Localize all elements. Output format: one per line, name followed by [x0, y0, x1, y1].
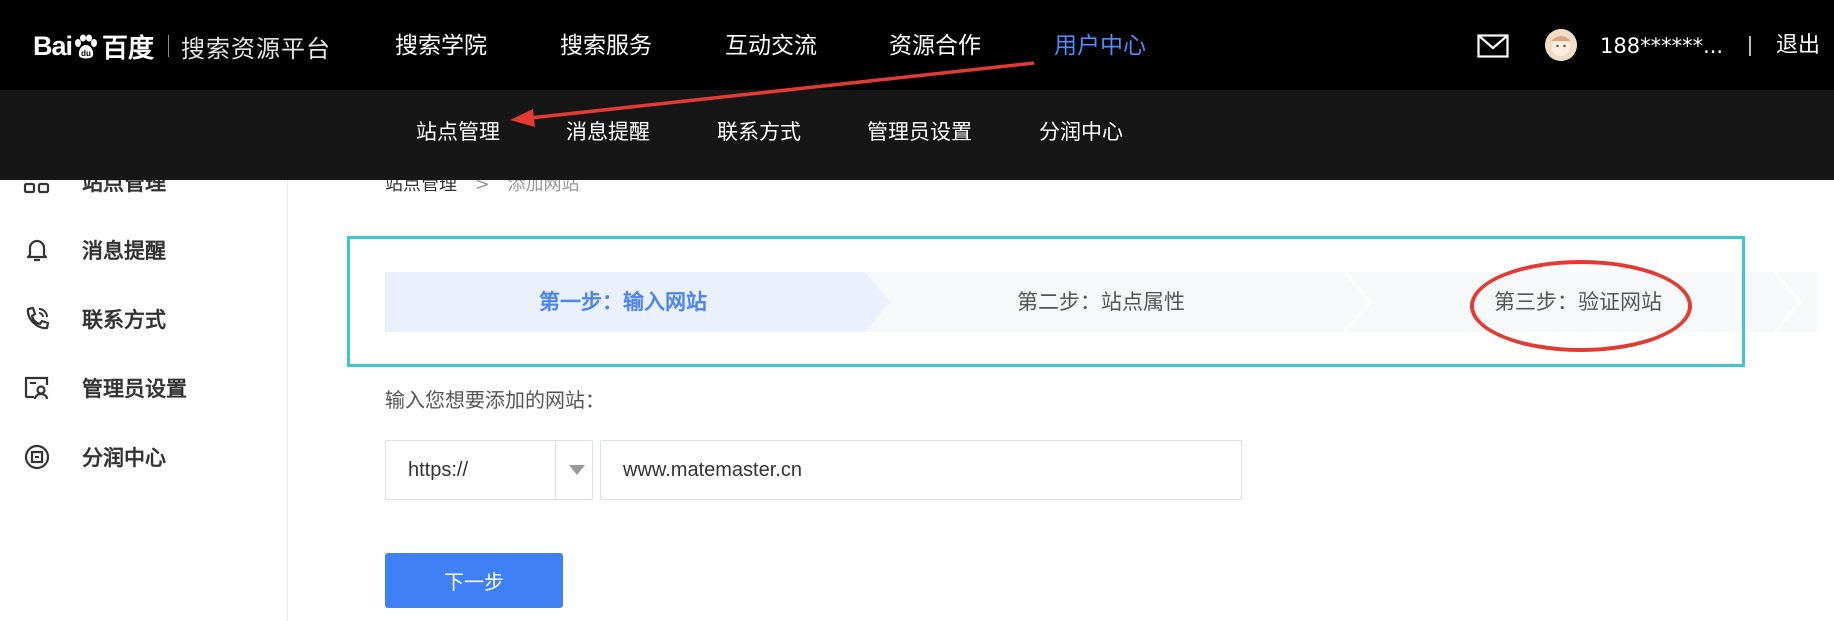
nav-item-user-center[interactable]: 用户中心 [1054, 26, 1146, 66]
logo-divider [168, 35, 170, 57]
profit-icon [24, 444, 50, 470]
sidebar-item-admin-settings[interactable]: 管理员设置 [22, 368, 187, 408]
user-avatar[interactable] [1545, 29, 1577, 61]
nav-item-search-services[interactable]: 搜索服务 [560, 26, 652, 66]
protocol-select[interactable]: https:// [385, 440, 593, 500]
subnav-item-site-management[interactable]: 站点管理 [416, 116, 500, 148]
bell-icon [26, 239, 48, 262]
nav-item-search-academy[interactable]: 搜索学院 [395, 26, 487, 66]
phone-icon [26, 306, 50, 330]
sidebar-item-contact[interactable]: 联系方式 [22, 299, 166, 339]
mail-icon[interactable] [1477, 34, 1509, 58]
logo-mark-text: Bai [33, 30, 73, 61]
step-three-annotation-circle [1470, 260, 1692, 352]
logo-subtitle: 搜索资源平台 [181, 34, 332, 63]
header-divider [1749, 36, 1751, 56]
nav-item-interaction[interactable]: 互动交流 [725, 26, 817, 66]
next-step-button[interactable]: 下一步 [385, 553, 563, 608]
admin-icon [24, 376, 49, 400]
subnav-item-contact[interactable]: 联系方式 [717, 116, 801, 148]
website-input-label: 输入您想要添加的网站： [385, 388, 605, 412]
logo-chinese-text: 百度 [102, 33, 155, 64]
protocol-select-value: https:// [408, 459, 469, 481]
chevron-down-icon[interactable] [569, 465, 585, 475]
sidebar-item-profit-center[interactable]: 分润中心 [22, 437, 166, 477]
subnav-item-admin-settings[interactable]: 管理员设置 [867, 116, 972, 148]
nav-item-resource-cooperation[interactable]: 资源合作 [889, 26, 981, 66]
sidebar-item-messages[interactable]: 消息提醒 [22, 230, 166, 270]
svg-text:du: du [81, 49, 91, 58]
logout-link[interactable]: 退出 [1776, 28, 1820, 64]
sidebar-item-label: 管理员设置 [82, 377, 187, 401]
select-divider [555, 441, 556, 499]
sidebar-item-label: 消息提醒 [82, 239, 166, 263]
sidebar-item-label: 联系方式 [82, 308, 166, 332]
avatar-face-icon [1545, 29, 1577, 61]
baidu-paw-icon: du [75, 34, 98, 59]
subnav-item-profit-center[interactable]: 分润中心 [1039, 116, 1123, 148]
user-name[interactable]: 188******... [1600, 28, 1723, 64]
baidu-logo[interactable]: Bai du 百度 搜索资源平台 [33, 25, 331, 67]
sidebar: 站点管理 消息提醒 联系方式 管理员设置 分润中心 [0, 160, 288, 621]
website-url-input[interactable] [600, 440, 1242, 500]
subnav-item-messages[interactable]: 消息提醒 [566, 116, 650, 148]
sidebar-item-label: 分润中心 [82, 446, 166, 470]
